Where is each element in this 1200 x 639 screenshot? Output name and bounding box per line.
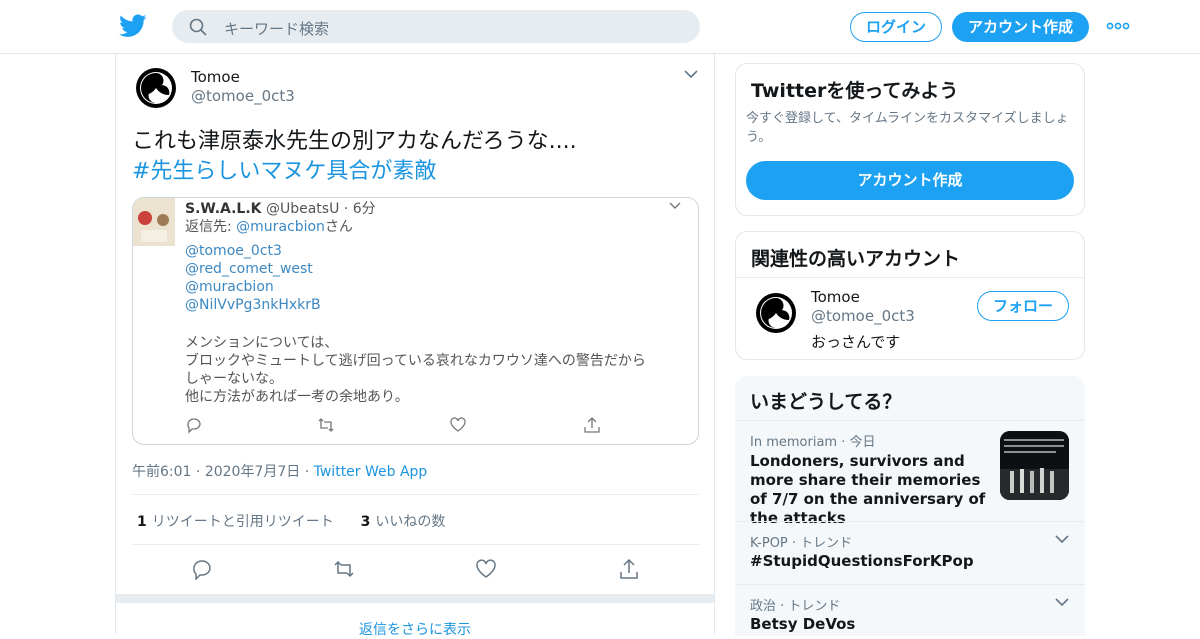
tweet-column: Tomoe @tomoe_0ct3 これも津原泰水先生の別アカなんだろうな...… xyxy=(115,54,715,638)
signup-card-title: Twitterを使ってみよう xyxy=(751,80,959,102)
avatar[interactable] xyxy=(136,68,176,108)
related-bio: おっさんです xyxy=(811,333,901,351)
share-icon[interactable] xyxy=(618,558,640,580)
quoted-image[interactable]: S.W.A.L.K @UbeatsU · 6分 返信先: @muracbionさ… xyxy=(132,197,699,445)
chevron-down-icon[interactable] xyxy=(1055,597,1069,607)
retweet-icon[interactable] xyxy=(333,558,355,580)
tweet-app-link[interactable]: Twitter Web App xyxy=(314,464,428,480)
reply-to-link: @muracbion xyxy=(236,219,325,235)
avatar[interactable] xyxy=(756,293,796,333)
quoted-handle-time: @UbeatsU · 6分 xyxy=(265,201,376,217)
related-handle[interactable]: @tomoe_0ct3 xyxy=(811,307,915,325)
tweet-stats: 1 リツイートと引用リツイート 3 いいねの数 xyxy=(137,511,445,531)
reply-prefix: 返信先: xyxy=(185,219,237,235)
mention: @NilVvPg3nkHxkrB xyxy=(185,297,321,313)
divider xyxy=(132,494,699,495)
trend-title: Betsy DeVos xyxy=(750,615,856,633)
search-icon xyxy=(189,18,207,36)
tweet-hashtag[interactable]: #先生らしいマヌケ具合が素敵 xyxy=(132,157,577,187)
related-accounts-title: 関連性の高いアカウント xyxy=(751,248,961,270)
tweet-author-handle[interactable]: @tomoe_0ct3 xyxy=(191,87,295,105)
chevron-down-icon[interactable] xyxy=(684,69,698,79)
follow-button[interactable]: フォロー xyxy=(977,291,1069,321)
reply-suffix: さん xyxy=(324,219,353,235)
tweet-text: これも津原泰水先生の別アカなんだろうな.... #先生らしいマヌケ具合が素敵 xyxy=(132,127,577,187)
tweet-time[interactable]: 午前6:01 xyxy=(132,464,191,480)
trend-title: #StupidQuestionsForKPop xyxy=(750,552,974,570)
likes-stat[interactable]: 3 いいねの数 xyxy=(361,514,446,530)
trends-card: いまどうしてる？ In memoriam · 今日 Londoners, sur… xyxy=(735,376,1085,636)
signup-card: Twitterを使ってみよう 今すぐ登録して、タイムラインをカスタマイズしましょ… xyxy=(735,63,1085,216)
mention: @tomoe_0ct3 xyxy=(185,243,282,259)
reply-icon xyxy=(187,418,201,434)
show-more-replies-link[interactable]: 返信をさらに表示 xyxy=(116,619,714,639)
share-icon xyxy=(584,417,600,433)
login-button[interactable]: ログイン xyxy=(850,12,942,42)
signup-button[interactable]: アカウント作成 xyxy=(952,12,1089,42)
divider xyxy=(736,277,1084,278)
trend-item[interactable]: 政治 · トレンド Betsy DeVos xyxy=(735,584,1085,636)
quoted-actions xyxy=(185,416,605,434)
quoted-line: しゃーないな。 xyxy=(185,371,283,387)
quoted-line: ブロックやミュートして逃げ回っている哀れなカワウソ達への警告だから xyxy=(185,353,646,369)
separator: · xyxy=(304,464,310,480)
tweet-date[interactable]: 2020年7月7日 xyxy=(205,464,300,480)
tweet-text-line: これも津原泰水先生の別アカなんだろうな.... xyxy=(132,129,577,154)
trend-context: K-POP · トレンド xyxy=(750,536,853,551)
retweets-count: 1 xyxy=(137,514,147,530)
twitter-logo-icon[interactable] xyxy=(119,13,147,39)
top-bar: キーワード検索 ログイン アカウント作成 xyxy=(0,0,1200,54)
tweet-author-name[interactable]: Tomoe xyxy=(191,68,240,86)
more-icon[interactable] xyxy=(1106,18,1130,34)
retweets-label: リツイートと引用リツイート xyxy=(151,514,334,530)
search-input[interactable]: キーワード検索 xyxy=(224,18,329,39)
tweet-meta: 午前6:01 · 2020年7月7日 · Twitter Web App xyxy=(132,461,427,481)
search-box[interactable]: キーワード検索 xyxy=(172,10,700,43)
quoted-line: メンションについては、 xyxy=(185,335,339,351)
chevron-down-icon[interactable] xyxy=(1055,534,1069,544)
signup-card-desc: 今すぐ登録して、タイムラインをカスタマイズしましょう。 xyxy=(746,111,1069,145)
heart-icon[interactable] xyxy=(475,558,497,580)
reply-icon[interactable] xyxy=(191,558,213,580)
quoted-name: S.W.A.L.K xyxy=(185,201,262,217)
heart-icon xyxy=(450,417,466,432)
mention: @muracbion xyxy=(185,279,274,295)
quoted-avatar xyxy=(133,198,175,246)
likes-label: いいねの数 xyxy=(375,514,446,530)
trends-title: いまどうしてる？ xyxy=(750,391,902,413)
trend-thumbnail xyxy=(1000,431,1069,500)
likes-count: 3 xyxy=(360,514,371,530)
trend-item[interactable]: In memoriam · 今日 Londoners, survivors an… xyxy=(735,420,1085,527)
signup-card-button[interactable]: アカウント作成 xyxy=(746,161,1074,200)
retweets-stat[interactable]: 1 リツイートと引用リツイート xyxy=(137,514,334,530)
trend-context: In memoriam · 今日 xyxy=(750,435,876,450)
quoted-body: S.W.A.L.K @UbeatsU · 6分 返信先: @muracbionさ… xyxy=(185,200,646,406)
chevron-down-icon xyxy=(669,202,681,209)
retweet-icon xyxy=(318,418,334,432)
trend-context: 政治 · トレンド xyxy=(750,599,841,614)
divider xyxy=(132,544,699,545)
trend-title: Londoners, survivors and more share thei… xyxy=(750,452,986,527)
mention: @red_comet_west xyxy=(185,261,313,277)
divider xyxy=(116,594,714,603)
related-accounts-card: 関連性の高いアカウント Tomoe @tomoe_0ct3 おっさんです フォロ… xyxy=(735,231,1085,360)
separator: · xyxy=(195,464,201,480)
related-name[interactable]: Tomoe xyxy=(811,288,860,306)
trend-item[interactable]: K-POP · トレンド #StupidQuestionsForKPop xyxy=(735,521,1085,584)
quoted-line: 他に方法があれば一考の余地あり。 xyxy=(185,389,409,405)
